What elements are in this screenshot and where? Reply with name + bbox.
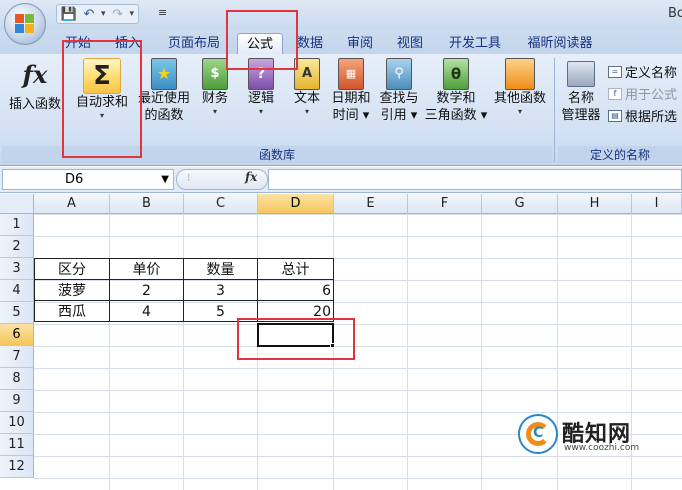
more-functions-button[interactable]: 其他函数 ▾: [490, 58, 550, 117]
star-book-icon: ★: [149, 58, 179, 90]
name-box[interactable]: D6 ▼: [2, 169, 174, 190]
cell-b3[interactable]: 单价: [109, 258, 184, 280]
row-header-12[interactable]: 12: [0, 456, 34, 478]
insert-function-fx-icon[interactable]: fx: [245, 170, 257, 184]
math-trig-button[interactable]: θ 数学和 三角函数 ▾: [424, 58, 488, 124]
cell-a5[interactable]: 西瓜: [34, 300, 110, 322]
customize-qat-icon[interactable]: ≡: [158, 6, 167, 19]
window-title: Bo: [668, 6, 682, 21]
column-header-i[interactable]: I: [632, 194, 682, 214]
lookup-book-icon: ⚲: [384, 58, 414, 90]
resize-handle-icon[interactable]: ⁝: [187, 171, 191, 184]
calendar-book-icon: ▦: [336, 58, 366, 90]
name-box-dropdown-icon[interactable]: ▼: [161, 170, 169, 189]
formula-input[interactable]: [268, 169, 682, 190]
cell-b5[interactable]: 4: [109, 300, 184, 322]
column-header-f[interactable]: F: [408, 194, 482, 214]
tab-foxit-reader[interactable]: 福昕阅读器: [520, 33, 600, 54]
create-from-selection-button[interactable]: ▤ 根据所选: [608, 106, 677, 125]
column-header-d[interactable]: D: [258, 194, 334, 214]
row-header-9[interactable]: 9: [0, 390, 34, 412]
column-header-e[interactable]: E: [334, 194, 408, 214]
cell-d4[interactable]: 6: [257, 279, 334, 301]
tab-view[interactable]: 视图: [390, 33, 430, 54]
redo-icon[interactable]: ↷: [110, 6, 126, 22]
title-bar: 💾 ↶ ▾ ↷ ▾ ≡ Bo: [0, 0, 682, 30]
redo-dropdown-icon[interactable]: ▾: [130, 9, 135, 19]
tab-review[interactable]: 审阅: [340, 33, 380, 54]
tab-developer[interactable]: 开发工具: [440, 33, 510, 54]
row-header-10[interactable]: 10: [0, 412, 34, 434]
row-header-5[interactable]: 5: [0, 302, 34, 324]
define-name-icon: =: [608, 65, 622, 78]
quick-access-toolbar: 💾 ↶ ▾ ↷ ▾: [56, 4, 140, 24]
column-header-g[interactable]: G: [482, 194, 558, 214]
row-header-7[interactable]: 7: [0, 346, 34, 368]
cell-c3[interactable]: 数量: [183, 258, 258, 280]
use-in-formula-icon: f: [608, 87, 622, 100]
office-button[interactable]: [4, 3, 46, 45]
lookup-button[interactable]: ⚲ 查找与 引用 ▾: [376, 58, 422, 124]
insert-function-button[interactable]: fx 插入函数: [4, 58, 66, 113]
name-manager-button[interactable]: 名称 管理器: [556, 58, 606, 124]
create-from-selection-icon: ▤: [608, 109, 622, 122]
fx-icon: fx: [22, 59, 48, 89]
row-header-6[interactable]: 6: [0, 324, 34, 346]
column-header-c[interactable]: C: [184, 194, 258, 214]
undo-icon[interactable]: ↶: [81, 6, 97, 22]
row-header-3[interactable]: 3: [0, 258, 34, 280]
theta-book-icon: θ: [441, 58, 471, 90]
office-logo-icon: [15, 14, 35, 34]
column-header-h[interactable]: H: [558, 194, 632, 214]
annotation-box-formulas-tab: [226, 10, 298, 70]
column-header-b[interactable]: B: [110, 194, 184, 214]
formula-bar: D6 ▼ ⁝ fx: [0, 167, 682, 193]
datetime-button[interactable]: ▦ 日期和 时间 ▾: [328, 58, 374, 124]
define-name-button[interactable]: = 定义名称: [608, 62, 677, 81]
undo-dropdown-icon[interactable]: ▾: [101, 9, 106, 19]
tab-page-layout[interactable]: 页面布局: [160, 33, 228, 54]
column-header-a[interactable]: A: [34, 194, 110, 214]
row-header-8[interactable]: 8: [0, 368, 34, 390]
more-books-icon: [505, 58, 535, 90]
watermark-url: www.coozhi.com: [564, 443, 640, 453]
use-in-formula-button[interactable]: f 用于公式: [608, 84, 677, 103]
cell-a3[interactable]: 区分: [34, 258, 110, 280]
row-header-4[interactable]: 4: [0, 280, 34, 302]
annotation-box-autosum: [62, 40, 142, 158]
row-header-11[interactable]: 11: [0, 434, 34, 456]
formula-controls: ⁝ fx: [176, 169, 268, 190]
cell-a4[interactable]: 菠萝: [34, 279, 110, 301]
coozhi-logo-icon: C: [518, 414, 558, 454]
cell-c4[interactable]: 3: [183, 279, 258, 301]
ribbon-group-separator: [554, 58, 555, 162]
recent-functions-button[interactable]: ★ 最近使用 的函数: [136, 58, 192, 124]
select-all-corner[interactable]: [0, 194, 34, 214]
row-header-2[interactable]: 2: [0, 236, 34, 258]
defined-names-group-label: 定义的名称: [558, 146, 682, 164]
row-header-1[interactable]: 1: [0, 214, 34, 236]
cell-b4[interactable]: 2: [109, 279, 184, 301]
cell-d3[interactable]: 总计: [257, 258, 334, 280]
watermark: C 酷知网 www.coozhi.com: [518, 410, 658, 460]
annotation-box-cell-d6: [237, 318, 355, 360]
name-manager-icon: [566, 58, 596, 90]
save-icon[interactable]: 💾: [61, 6, 77, 22]
